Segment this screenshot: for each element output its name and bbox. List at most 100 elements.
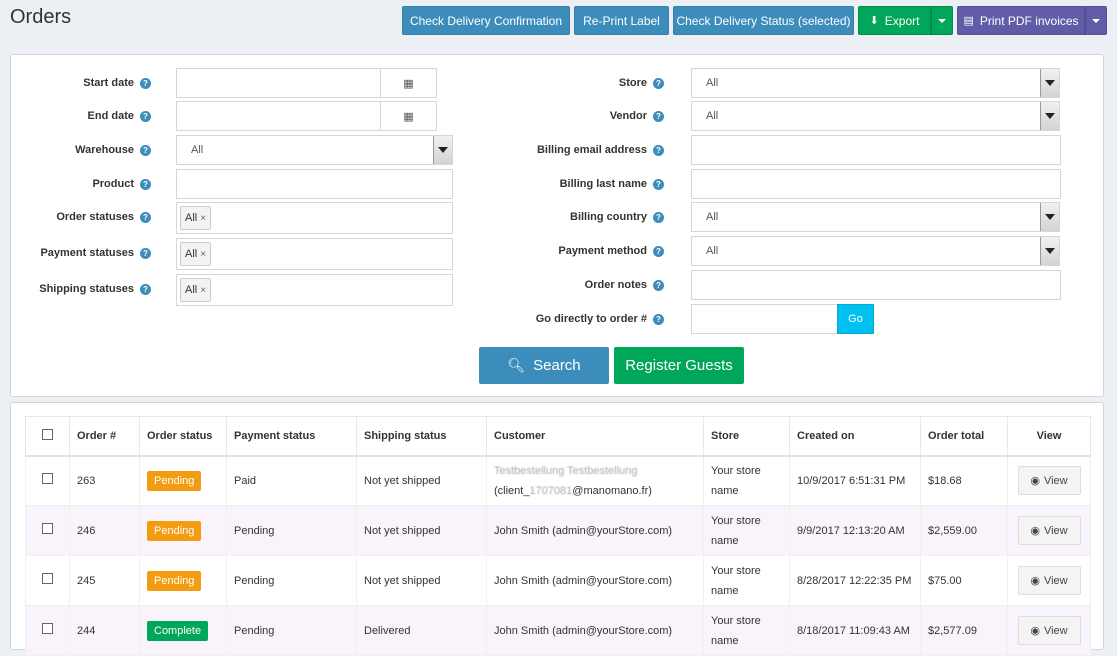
- help-icon[interactable]: ?: [653, 245, 664, 257]
- select-all-checkbox[interactable]: [42, 428, 53, 440]
- help-icon[interactable]: ?: [140, 110, 151, 122]
- print-pdf-dropdown-toggle[interactable]: [1085, 6, 1107, 35]
- help-icon[interactable]: ?: [653, 211, 664, 223]
- reprint-label-button[interactable]: Re-Print Label: [574, 6, 669, 35]
- payment-method-label: Payment method?: [411, 236, 664, 266]
- file-pdf-icon: ▤: [963, 15, 974, 27]
- end-date-input[interactable]: [177, 102, 380, 130]
- select-all-header: [25, 416, 70, 457]
- help-icon[interactable]: ?: [140, 283, 151, 295]
- help-icon[interactable]: ?: [140, 211, 151, 223]
- vendor-value: All: [706, 110, 719, 122]
- go-button[interactable]: Go: [837, 304, 874, 334]
- row-checkbox[interactable]: [42, 472, 53, 484]
- remove-icon[interactable]: ×: [200, 213, 206, 224]
- export-label: Export: [884, 13, 920, 28]
- order-number: 246: [69, 505, 140, 556]
- help-icon[interactable]: ?: [140, 77, 151, 89]
- created-on: 9/9/2017 12:13:20 AM: [789, 505, 921, 556]
- payment-status: Pending: [226, 505, 357, 556]
- row-checkbox[interactable]: [42, 522, 53, 534]
- warehouse-label: Warehouse?: [11, 135, 151, 165]
- column-header-shipping-status[interactable]: Shipping status: [356, 416, 487, 457]
- remove-icon[interactable]: ×: [200, 285, 206, 296]
- help-icon[interactable]: ?: [653, 110, 664, 122]
- customer: John Smith (admin@yourStore.com): [486, 505, 704, 556]
- order-status-badge: Pending: [147, 520, 202, 541]
- row-checkbox[interactable]: [42, 622, 53, 634]
- order-total: $2,559.00: [920, 505, 1008, 556]
- order-notes-input[interactable]: [691, 270, 1061, 300]
- export-split-button: ⬇ Export: [858, 6, 953, 35]
- column-header-payment-status[interactable]: Payment status: [226, 416, 357, 457]
- dropdown-arrow-icon: [1040, 237, 1059, 265]
- vendor-select[interactable]: All: [691, 101, 1060, 131]
- search-button[interactable]: 🔍︎ Search: [479, 347, 609, 384]
- dropdown-arrow-icon: [1040, 203, 1059, 231]
- customer-name-redacted: Testbestellung Testbestellung: [494, 464, 638, 477]
- order-status-badge: Pending: [147, 570, 202, 591]
- page-title: Orders: [10, 6, 72, 28]
- view-button[interactable]: ◉ View: [1017, 616, 1081, 645]
- order-total: $2,577.09: [920, 605, 1008, 656]
- go-to-order-input[interactable]: [691, 304, 838, 334]
- view-button[interactable]: ◉ View: [1017, 516, 1081, 545]
- row-checkbox[interactable]: [42, 572, 53, 584]
- billing-email-input[interactable]: [691, 135, 1061, 165]
- payment-status-chip: All ×: [180, 242, 212, 266]
- help-icon[interactable]: ?: [653, 144, 664, 156]
- export-dropdown-toggle[interactable]: [931, 6, 953, 35]
- view-button[interactable]: ◉ View: [1017, 566, 1081, 595]
- register-guests-button[interactable]: Register Guests: [614, 347, 744, 384]
- table-row: 245 Pending Pending Not yet shipped John…: [25, 555, 1091, 606]
- store-name: Your store name: [703, 505, 790, 556]
- view-button[interactable]: ◉ View: [1017, 466, 1081, 496]
- orders-table: Order # Order status Payment status Ship…: [25, 416, 1091, 656]
- start-date-label: Start date?: [11, 68, 151, 98]
- help-icon[interactable]: ?: [140, 144, 151, 156]
- help-icon[interactable]: ?: [140, 178, 151, 190]
- go-to-order-label: Go directly to order #?: [411, 304, 664, 334]
- billing-country-value: All: [706, 211, 719, 223]
- customer-email: (client_1707081@manomano.fr): [494, 484, 652, 497]
- caret-down-icon: [938, 18, 946, 23]
- start-date-input[interactable]: [177, 69, 380, 97]
- column-header-order-status[interactable]: Order status: [139, 416, 227, 457]
- search-icon: 🔍︎: [507, 357, 526, 373]
- shipping-statuses-label: Shipping statuses?: [11, 274, 151, 304]
- column-header-store[interactable]: Store: [703, 416, 790, 457]
- billing-email-label: Billing email address?: [411, 135, 664, 165]
- billing-country-label: Billing country?: [411, 202, 664, 232]
- store-select[interactable]: All: [691, 68, 1060, 98]
- payment-statuses-label: Payment statuses?: [11, 238, 151, 268]
- billing-last-name-input[interactable]: [691, 169, 1061, 199]
- column-header-customer[interactable]: Customer: [486, 416, 704, 457]
- payment-status: Pending: [226, 605, 357, 656]
- store-label: Store?: [411, 68, 664, 98]
- help-icon[interactable]: ?: [140, 247, 151, 259]
- payment-method-select[interactable]: All: [691, 236, 1060, 266]
- payment-method-value: All: [706, 245, 719, 257]
- shipping-status-chip: All ×: [180, 278, 212, 302]
- help-icon[interactable]: ?: [653, 279, 664, 291]
- product-label: Product?: [11, 169, 151, 199]
- column-header-order-total[interactable]: Order total: [920, 416, 1008, 457]
- created-on: 8/18/2017 11:09:43 AM: [789, 605, 921, 656]
- export-button[interactable]: ⬇ Export: [858, 6, 931, 35]
- check-delivery-confirmation-button[interactable]: Check Delivery Confirmation: [402, 6, 570, 35]
- column-header-created-on[interactable]: Created on: [789, 416, 921, 457]
- help-icon[interactable]: ?: [653, 77, 664, 89]
- print-pdf-invoices-button[interactable]: ▤ Print PDF invoices: [957, 6, 1085, 35]
- billing-country-select[interactable]: All: [691, 202, 1060, 232]
- caret-down-icon: [1092, 18, 1100, 23]
- search-panel: Start date? ▦ End date? ▦ Warehouse? All…: [10, 54, 1104, 397]
- help-icon[interactable]: ?: [653, 313, 664, 325]
- download-icon: ⬇: [869, 15, 879, 27]
- check-delivery-status-button[interactable]: Check Delivery Status (selected): [673, 6, 854, 35]
- payment-status: Paid: [226, 455, 357, 506]
- help-icon[interactable]: ?: [653, 178, 664, 190]
- remove-icon[interactable]: ×: [200, 249, 206, 260]
- table-row: 263 Pending Paid Not yet shipped Testbes…: [25, 455, 1091, 506]
- order-total: $18.68: [920, 455, 1008, 506]
- column-header-order-number[interactable]: Order #: [69, 416, 140, 457]
